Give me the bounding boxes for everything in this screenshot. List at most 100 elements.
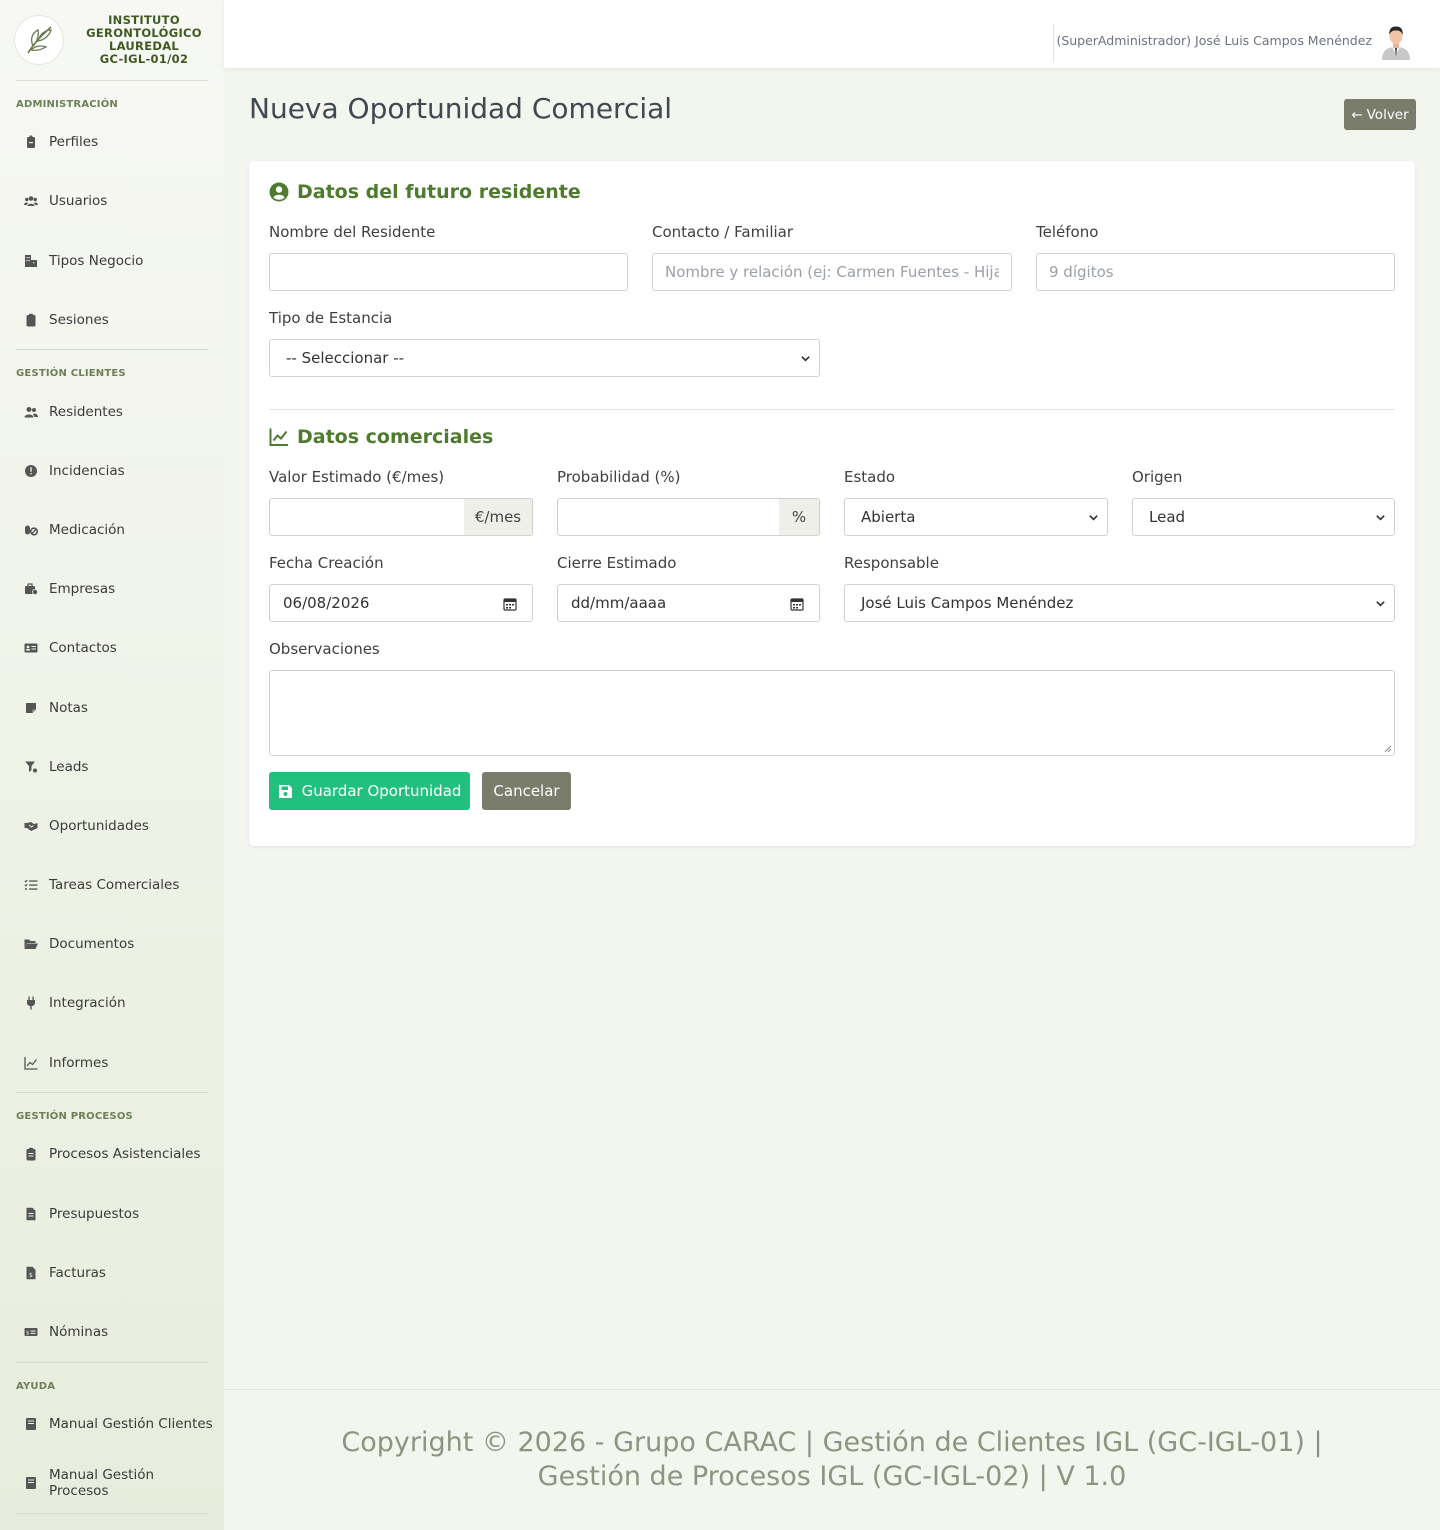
estancia-select[interactable]: -- Seleccionar -- [269, 339, 820, 377]
sidebar-item-label: Facturas [49, 1265, 106, 1281]
contacto-label: Contacto / Familiar [652, 223, 794, 241]
sidebar-item-presupuestos[interactable]: Presupuestos [24, 1202, 214, 1226]
telefono-input[interactable] [1036, 253, 1395, 291]
observaciones-textarea[interactable] [269, 670, 1395, 756]
topbar: (SuperAdministrador) José Luis Campos Me… [224, 0, 1440, 68]
sidebar-item-medicacion[interactable]: Medicación [24, 518, 214, 542]
sidebar-item-residentes[interactable]: Residentes [24, 400, 214, 424]
sidebar-item-nominas[interactable]: $ Nóminas [24, 1320, 214, 1344]
chevron-down-icon [1376, 601, 1385, 607]
sidebar-item-label: Integración [49, 995, 126, 1011]
save-button-label: Guardar Oportunidad [301, 782, 462, 800]
clipboard-icon [26, 313, 36, 327]
section-resident-title: Datos del futuro residente [297, 181, 581, 203]
sidebar-item-contactos[interactable]: Contactos [24, 636, 214, 660]
probabilidad-addon: % [779, 498, 820, 536]
brand-divider [16, 80, 208, 81]
svg-text:$: $ [26, 1330, 30, 1336]
section-commercial-title: Datos comerciales [297, 426, 494, 448]
calendar-icon[interactable] [503, 597, 517, 611]
section-resident-header: Datos del futuro residente [269, 181, 581, 203]
sidebar-item-facturas[interactable]: $ Facturas [24, 1261, 214, 1285]
save-opportunity-button[interactable]: Guardar Oportunidad [269, 772, 470, 810]
sidebar-divider [16, 1362, 208, 1363]
avatar[interactable] [1380, 24, 1412, 60]
responsable-select[interactable]: José Luis Campos Menéndez [844, 584, 1395, 622]
copyright-text: Copyright © 2026 - Grupo CARAC | Gestión… [341, 1427, 1323, 1492]
briefcase-icon [25, 583, 38, 595]
topbar-divider [1053, 24, 1054, 62]
calendar-icon[interactable] [790, 597, 804, 611]
sidebar-item-label: Notas [49, 700, 88, 716]
list-check-icon [24, 879, 38, 890]
chart-line-icon [24, 1057, 38, 1070]
sidebar-item-leads[interactable]: Leads [24, 755, 214, 779]
cancel-button[interactable]: Cancelar [482, 772, 571, 810]
sidebar-item-incidencias[interactable]: Incidencias [24, 459, 214, 483]
money-check-icon: $ [24, 1328, 38, 1336]
handshake-icon [24, 822, 38, 831]
estado-label: Estado [844, 468, 896, 486]
sidebar: INSTITUTO GERONTOLÓGICO LAUREDAL GC-IGL-… [0, 0, 224, 1530]
back-button[interactable]: ← Volver [1344, 99, 1416, 130]
sidebar-item-manual-gestion-clientes[interactable]: Manual Gestión Clientes [24, 1412, 214, 1436]
opportunity-form-card: Datos del futuro residente Nombre del Re… [249, 161, 1415, 846]
nombre-input[interactable] [269, 253, 628, 291]
leaf-logo-icon [14, 15, 64, 65]
sidebar-item-label: Presupuestos [49, 1206, 140, 1222]
sidebar-item-label: Nóminas [49, 1324, 109, 1340]
sidebar-item-label: Documentos [49, 936, 135, 952]
pills-icon [25, 525, 38, 536]
origen-label: Origen [1132, 468, 1183, 486]
contacto-input[interactable] [652, 253, 1012, 291]
arrow-left-icon: ← [1351, 106, 1363, 123]
plug-icon [27, 996, 35, 1010]
section-divider [269, 409, 1395, 410]
folder-open-icon [24, 939, 38, 949]
fecha-creacion-value: 06/08/2026 [283, 594, 370, 612]
sidebar-item-oportunidades[interactable]: Oportunidades [24, 814, 214, 838]
resize-handle-icon[interactable] [1384, 745, 1392, 753]
section-ayuda: AYUDA [16, 1381, 56, 1392]
sidebar-item-label: Tipos Negocio [49, 253, 144, 269]
responsable-label: Responsable [844, 554, 939, 572]
valor-addon: €/mes [464, 498, 533, 536]
sidebar-item-integracion[interactable]: Integración [24, 991, 214, 1015]
fecha-creacion-input[interactable]: 06/08/2026 [269, 584, 533, 622]
user-group-icon [24, 407, 38, 418]
probabilidad-label: Probabilidad (%) [557, 468, 681, 486]
sidebar-item-documentos[interactable]: Documentos [24, 932, 214, 956]
estado-select[interactable]: Abierta [844, 498, 1108, 536]
user-name[interactable]: (SuperAdministrador) José Luis Campos Me… [1056, 33, 1372, 48]
probabilidad-input[interactable] [557, 498, 780, 536]
sidebar-item-usuarios[interactable]: Usuarios [24, 189, 214, 213]
sidebar-item-sesiones[interactable]: Sesiones [24, 308, 214, 332]
footer: Copyright © 2026 - Grupo CARAC | Gestión… [224, 1389, 1440, 1530]
sidebar-item-label: Manual Gestión Procesos [49, 1467, 155, 1499]
valor-label: Valor Estimado (€/mes) [269, 468, 445, 486]
sidebar-item-manual-gestion-procesos[interactable]: Manual Gestión Procesos [24, 1467, 214, 1499]
sidebar-item-label: Medicación [49, 522, 125, 538]
sidebar-item-notas[interactable]: Notas [24, 696, 214, 720]
sidebar-item-tipos-negocio[interactable]: Tipos Negocio [24, 249, 214, 273]
estancia-select-value: -- Seleccionar -- [286, 349, 405, 367]
clipboard-list-icon [26, 1147, 36, 1161]
sidebar-item-tareas-comerciales[interactable]: Tareas Comerciales [24, 873, 214, 897]
sidebar-item-informes[interactable]: Informes [24, 1051, 214, 1075]
brand: INSTITUTO GERONTOLÓGICO LAUREDAL GC-IGL-… [0, 0, 224, 80]
alert-circle-icon [25, 465, 37, 477]
page-title: Nueva Oportunidad Comercial [249, 92, 673, 125]
chevron-down-icon [1376, 515, 1385, 521]
sidebar-item-label: Oportunidades [49, 818, 149, 834]
origen-select[interactable]: Lead [1132, 498, 1395, 536]
valor-input[interactable] [269, 498, 465, 536]
sidebar-item-procesos-asistenciales[interactable]: Procesos Asistenciales [24, 1142, 214, 1166]
address-card-icon [24, 643, 38, 653]
sidebar-item-label: Usuarios [49, 193, 108, 209]
floppy-disk-icon [278, 784, 292, 798]
cierre-estimado-label: Cierre Estimado [557, 554, 677, 572]
back-button-label: Volver [1366, 106, 1409, 123]
cierre-estimado-input[interactable]: dd/mm/aaaa [557, 584, 820, 622]
sidebar-item-perfiles[interactable]: Perfiles [24, 130, 214, 154]
sidebar-item-empresas[interactable]: Empresas [24, 577, 214, 601]
